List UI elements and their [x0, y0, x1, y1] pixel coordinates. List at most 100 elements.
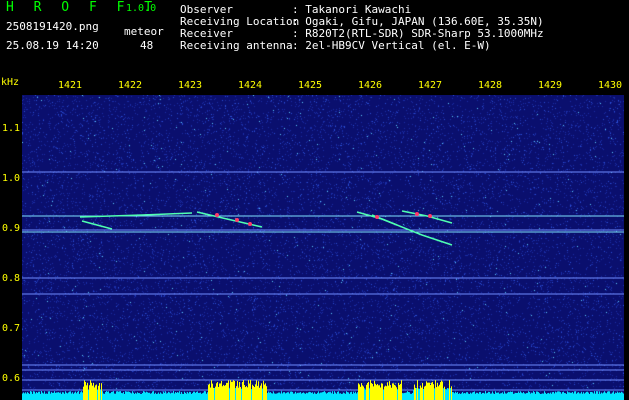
signal-level-bar — [412, 392, 413, 400]
signal-level-bar — [606, 393, 607, 400]
signal-level-bar — [333, 393, 334, 400]
signal-level-bar — [117, 391, 118, 400]
signal-level-bar — [427, 382, 428, 400]
y-tick-label: 0.9 — [2, 223, 21, 234]
signal-level-bar — [574, 391, 575, 400]
signal-level-bar — [605, 392, 606, 400]
signal-level-bar — [372, 383, 373, 400]
signal-level-bar — [571, 392, 572, 400]
signal-level-bar — [507, 392, 508, 400]
signal-level-bar — [545, 392, 546, 400]
signal-level-bar — [115, 393, 116, 400]
signal-level-bar — [246, 386, 247, 400]
signal-level-bar — [479, 392, 480, 400]
signal-level-bar — [396, 387, 397, 400]
signal-level-bar — [234, 380, 235, 400]
signal-level-bar — [413, 389, 414, 400]
signal-level-bar — [360, 386, 361, 400]
signal-level-bar — [105, 392, 106, 400]
signal-level-bar — [235, 388, 236, 400]
signal-level-bar — [579, 393, 580, 400]
signal-level-bar — [553, 391, 554, 400]
signal-level-bar — [221, 380, 222, 400]
signal-level-bar — [390, 385, 391, 400]
signal-level-bar — [356, 393, 357, 400]
y-tick-label: 0.7 — [2, 323, 21, 334]
signal-level-bar — [456, 392, 457, 400]
signal-level-bar — [223, 384, 224, 400]
signal-level-bar — [46, 393, 47, 400]
signal-level-bar — [103, 393, 104, 400]
meteor-echo-peak — [248, 222, 252, 226]
signal-level-bar — [539, 393, 540, 400]
signal-level-bar — [389, 381, 390, 400]
signal-level-bar — [548, 392, 549, 400]
signal-level-bar — [546, 393, 547, 400]
signal-level-bar — [243, 380, 244, 400]
signal-level-bar — [151, 393, 152, 400]
signal-level-bar — [258, 381, 259, 400]
signal-level-bar — [266, 386, 267, 400]
signal-level-bar — [616, 393, 617, 400]
meteor-echo-peak — [235, 218, 239, 222]
signal-level-bar — [84, 380, 85, 400]
signal-level-bar — [425, 385, 426, 400]
signal-level-bar — [411, 393, 412, 400]
signal-level-bar — [56, 392, 57, 400]
signal-level-bar — [135, 392, 136, 400]
signal-level-bar — [74, 392, 75, 400]
signal-level-bar — [475, 393, 476, 400]
signal-level-bar — [230, 380, 231, 400]
signal-level-bar — [324, 391, 325, 400]
signal-level-bar — [36, 392, 37, 400]
signal-level-bar — [25, 392, 26, 400]
signal-level-bar — [397, 389, 398, 400]
signal-level-bar — [387, 382, 388, 400]
signal-level-bar — [174, 393, 175, 400]
signal-level-bar — [562, 392, 563, 400]
signal-level-bar — [222, 386, 223, 400]
signal-level-bar — [109, 393, 110, 400]
signal-level-bar — [538, 392, 539, 400]
signal-level-bar — [30, 391, 31, 400]
signal-level-bar — [332, 391, 333, 400]
image-filename: 2508191420.png — [6, 20, 99, 33]
signal-level-bar — [99, 383, 100, 400]
signal-level-bar — [290, 391, 291, 400]
signal-level-bar — [233, 380, 234, 400]
signal-level-bar — [555, 391, 556, 400]
signal-level-bar — [236, 386, 237, 400]
signal-level-bar — [264, 384, 265, 400]
signal-level-bar — [399, 384, 400, 400]
signal-level-bar — [160, 392, 161, 400]
meteor-echo-peak — [375, 215, 379, 219]
header-panel: H R O F F T 1.0.0 2508191420.png meteor … — [0, 0, 629, 75]
signal-level-bar — [420, 385, 421, 400]
signal-level-bar — [376, 385, 377, 400]
signal-level-bar — [385, 385, 386, 400]
signal-level-bar — [336, 393, 337, 400]
signal-level-bar — [185, 392, 186, 400]
signal-level-bar — [423, 389, 424, 400]
signal-level-bar — [257, 385, 258, 400]
signal-level-bar — [195, 392, 196, 400]
signal-level-bar — [94, 387, 95, 400]
signal-level-bar — [317, 392, 318, 400]
signal-level-bar — [510, 391, 511, 400]
signal-level-bar — [187, 391, 188, 400]
signal-level-bar — [615, 392, 616, 400]
signal-level-bar — [132, 391, 133, 400]
signal-level-bar — [211, 380, 212, 400]
signal-level-bar — [618, 392, 619, 400]
signal-level-bar — [485, 391, 486, 400]
signal-level-bar — [107, 391, 108, 400]
meteor-echo-trace — [81, 220, 113, 230]
signal-level-bar — [374, 380, 375, 400]
signal-level-bar — [541, 393, 542, 400]
spectrogram-overlay — [22, 171, 624, 400]
signal-level-bar — [269, 392, 270, 400]
signal-level-bar — [296, 393, 297, 400]
signal-level-bar — [454, 393, 455, 400]
signal-level-bar — [401, 380, 402, 400]
signal-level-bar — [561, 393, 562, 400]
